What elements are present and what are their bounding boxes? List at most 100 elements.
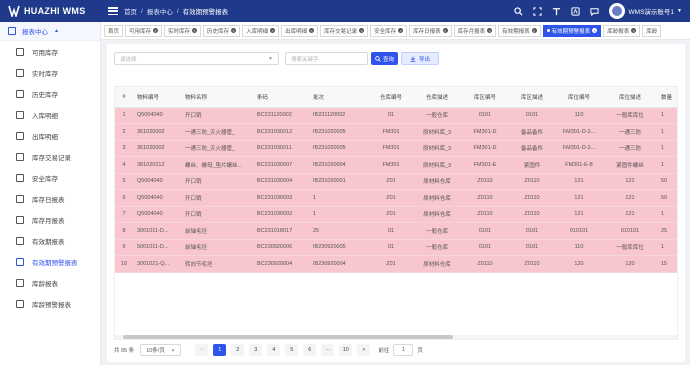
goto-page-input[interactable]: 1 bbox=[393, 344, 414, 356]
sidebar-group-report-center[interactable]: 报表中心 ▲ bbox=[0, 22, 100, 41]
close-icon[interactable]: × bbox=[442, 28, 448, 33]
table-row[interactable]: 2 361020002 一通三防_灭火器管_ BC231030012 IB2310300… bbox=[115, 123, 677, 141]
home-icon bbox=[16, 68, 24, 77]
tab[interactable]: 库存日报表 × bbox=[409, 24, 452, 37]
table-cell: 0101 bbox=[461, 107, 509, 124]
message-icon[interactable] bbox=[589, 5, 601, 17]
table-cell: BC231030012 bbox=[253, 123, 309, 141]
sidebar-item[interactable]: 库存日报表 bbox=[0, 188, 100, 209]
close-icon[interactable]: × bbox=[531, 28, 537, 33]
close-icon[interactable]: × bbox=[631, 28, 637, 33]
sidebar-item[interactable]: 库龄预警报表 bbox=[0, 293, 100, 314]
sidebar-item[interactable]: 入库明细 bbox=[0, 104, 100, 125]
column-header[interactable]: 物料编号 bbox=[133, 87, 181, 108]
table-row[interactable]: 7 Q5004040 开口销 BC231030002 1 Z01 原材料仓库 Z0110 Z01… bbox=[115, 206, 677, 223]
fullscreen-icon[interactable] bbox=[532, 5, 544, 17]
close-icon[interactable]: × bbox=[153, 28, 159, 33]
sidebar-item-label: 可用库存 bbox=[32, 49, 58, 57]
table-row[interactable]: 5 Q5004040 开口销 BC231030004 IB231030001 Z01 原材料… bbox=[115, 173, 677, 190]
close-icon[interactable]: × bbox=[398, 28, 404, 33]
column-header[interactable]: 库区描述 bbox=[509, 87, 555, 108]
close-icon[interactable]: × bbox=[309, 28, 315, 33]
font-size-icon[interactable] bbox=[551, 5, 563, 17]
table-row[interactable]: 10 3001021-Q... 转向节毛坯 BC230920004 IB23092000… bbox=[115, 255, 677, 273]
tab[interactable]: 有效期预警报表 × bbox=[542, 24, 602, 37]
column-header[interactable]: 仓库描述 bbox=[413, 87, 461, 108]
tab[interactable]: 实时库存 × bbox=[164, 24, 202, 37]
tab[interactable]: 库龄报表 × bbox=[603, 24, 641, 37]
column-header[interactable]: 库位描述 bbox=[603, 87, 657, 108]
warehouse-select[interactable]: 请选择 ▼ bbox=[114, 52, 279, 65]
column-header[interactable]: 数量 bbox=[657, 87, 677, 108]
table-row[interactable]: 1 Q5004040 开口销 BC231120002 IB231120002 01 一般仓库… bbox=[115, 107, 677, 124]
column-header[interactable]: 库位编号 bbox=[555, 87, 603, 108]
chevron-down-icon: ▼ bbox=[268, 55, 273, 62]
table-row[interactable]: 3 361020002 一通三防_灭火器管_ BC231030011 IB2310300… bbox=[115, 140, 677, 157]
page-number-button[interactable]: 6 bbox=[303, 344, 317, 356]
prev-page-button[interactable]: < bbox=[195, 344, 209, 356]
column-header[interactable]: 仓库编号 bbox=[369, 87, 413, 108]
page-number-button[interactable]: 1 bbox=[213, 344, 227, 356]
page-number-button[interactable]: 2 bbox=[231, 344, 245, 356]
next-page-button[interactable]: > bbox=[357, 344, 371, 356]
page-number-button[interactable]: 4 bbox=[267, 344, 281, 356]
tab[interactable]: 首页 bbox=[104, 24, 124, 37]
close-icon[interactable]: × bbox=[192, 28, 198, 33]
menu-toggle-icon[interactable] bbox=[108, 6, 118, 16]
sidebar-item[interactable]: 出库明细 bbox=[0, 125, 100, 146]
sidebar-item[interactable]: 库存月报表 bbox=[0, 209, 100, 230]
tab[interactable]: 有效期报表 × bbox=[498, 24, 541, 37]
table-row[interactable]: 8 3001011-D... 前轴毛坯 BC231018017 25 01 一般仓库 0101… bbox=[115, 222, 677, 240]
brand-logo[interactable]: HUAZHI WMS bbox=[0, 5, 100, 17]
sidebar-item[interactable]: 库存交易记录 bbox=[0, 146, 100, 167]
column-header[interactable]: 库区编号 bbox=[461, 87, 509, 108]
scrollbar-thumb[interactable] bbox=[123, 335, 453, 339]
sidebar-item[interactable]: 历史库存 bbox=[0, 83, 100, 104]
table-row[interactable]: 6 Q5004040 开口销 BC231030003 1 Z01 原材料仓库 Z0110 Z01… bbox=[115, 189, 677, 207]
page-number-button[interactable]: ··· bbox=[321, 344, 335, 356]
close-icon[interactable]: × bbox=[359, 28, 365, 33]
user-name[interactable]: WMS演示账号1 bbox=[629, 6, 675, 16]
page-number-button[interactable]: 5 bbox=[285, 344, 299, 356]
breadcrumb-report-center[interactable]: 报表中心 bbox=[147, 6, 173, 16]
close-icon[interactable]: × bbox=[592, 28, 598, 33]
close-icon[interactable]: × bbox=[487, 28, 493, 33]
close-icon[interactable]: × bbox=[270, 28, 276, 33]
table-cell: 一般仓库 bbox=[413, 239, 461, 256]
table-row[interactable]: 4 381020212 螺丝、螺母_垫片螺丝... BC231030007 IB2310… bbox=[115, 156, 677, 174]
tab[interactable]: 库存月报表 × bbox=[453, 24, 497, 37]
sidebar-item[interactable]: 有效期预警报表 bbox=[0, 251, 100, 272]
sidebar-item[interactable]: 可用库存 bbox=[0, 41, 100, 62]
table-row[interactable]: 9 5001011-D... 前轴毛坯 BC230920006 IB230920005 0… bbox=[115, 239, 677, 256]
sidebar-item[interactable]: 库龄报表 bbox=[0, 272, 100, 293]
sidebar-item[interactable]: 安全库存 bbox=[0, 167, 100, 188]
table-cell: FM301-E-8 bbox=[555, 156, 603, 174]
search-icon[interactable] bbox=[513, 5, 525, 17]
tab[interactable]: 出库明细 × bbox=[281, 24, 319, 37]
column-header[interactable]: 物料名称 bbox=[181, 87, 253, 108]
sidebar-item[interactable]: 有效期报表 bbox=[0, 230, 100, 251]
horizontal-scrollbar[interactable] bbox=[115, 335, 677, 339]
column-header[interactable]: 批次 bbox=[309, 87, 369, 108]
keyword-input[interactable]: 搜索关键字 bbox=[285, 52, 368, 65]
tab[interactable]: 可用库存 × bbox=[125, 24, 163, 37]
page-number-button[interactable]: 3 bbox=[249, 344, 263, 356]
breadcrumb-home[interactable]: 首页 bbox=[124, 6, 137, 16]
tab[interactable]: 库龄 bbox=[642, 24, 662, 37]
tab[interactable]: 入库明细 × bbox=[242, 24, 280, 37]
sidebar-item[interactable]: 实时库存 bbox=[0, 62, 100, 83]
query-button[interactable]: 查询 bbox=[371, 52, 399, 65]
page-number-button[interactable]: 10 bbox=[339, 344, 353, 356]
tab[interactable]: 库存交易记录 × bbox=[320, 24, 369, 37]
table-cell: 3001011-D... bbox=[133, 222, 181, 240]
export-button[interactable]: 导出 bbox=[401, 52, 440, 65]
column-header[interactable]: # bbox=[115, 87, 133, 108]
close-icon[interactable]: × bbox=[231, 28, 237, 33]
avatar[interactable] bbox=[608, 3, 625, 19]
column-header[interactable]: 条码 bbox=[253, 87, 309, 108]
tab[interactable]: 安全库存 × bbox=[370, 24, 408, 37]
translate-icon[interactable] bbox=[570, 5, 582, 17]
page-size-select[interactable]: 10条/页 ▼ bbox=[140, 344, 182, 356]
chevron-down-icon[interactable]: ▼ bbox=[677, 8, 682, 14]
tab[interactable]: 历史库存 × bbox=[203, 24, 241, 37]
